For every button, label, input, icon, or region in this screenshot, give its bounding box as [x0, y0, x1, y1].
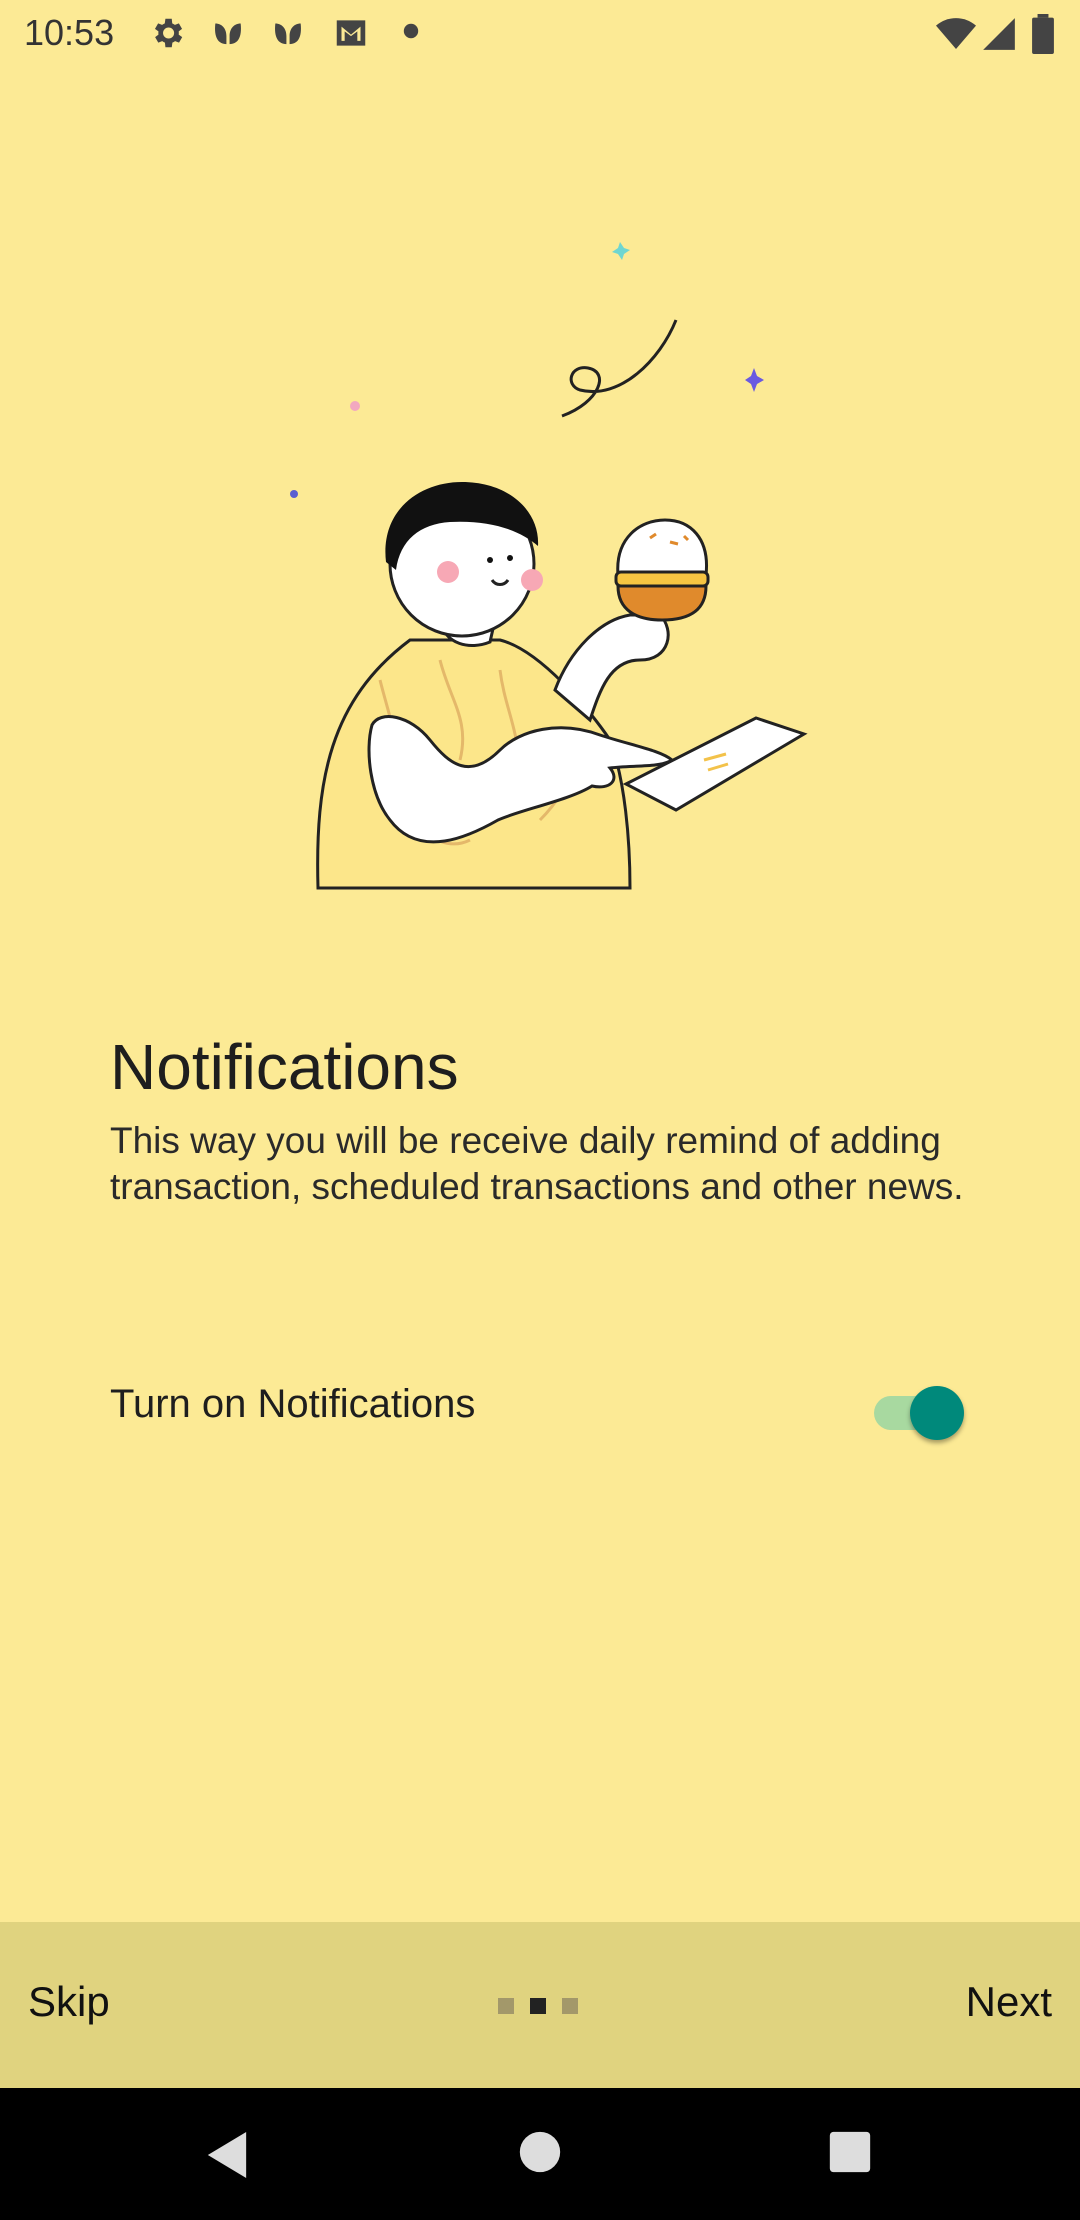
switch-thumb	[910, 1386, 964, 1440]
notifications-toggle-label: Turn on Notifications	[110, 1382, 476, 1426]
notifications-switch[interactable]	[870, 1380, 964, 1440]
dot-icon	[403, 23, 419, 39]
page-dot-3	[562, 1998, 578, 2014]
recents-icon[interactable]	[828, 2130, 872, 2174]
page-title: Notifications	[110, 1031, 459, 1103]
page-dot-2	[530, 1998, 546, 2014]
battery-icon	[1032, 14, 1054, 54]
back-icon[interactable]	[204, 2130, 250, 2180]
page-indicator	[498, 1998, 588, 2016]
leaf-icon	[275, 23, 301, 45]
skip-button[interactable]: Skip	[28, 1978, 110, 2026]
wifi-icon	[936, 18, 976, 49]
system-nav-bar	[0, 2088, 1080, 2220]
person-with-burger-illustration	[290, 242, 808, 890]
leaf-icon	[215, 23, 241, 45]
gmail-icon	[336, 20, 366, 46]
signal-icon	[983, 18, 1015, 50]
status-time: 10:53	[24, 12, 115, 53]
page-description: This way you will be receive daily remin…	[110, 1120, 964, 1207]
page-dot-1	[498, 1998, 514, 2014]
next-button[interactable]: Next	[966, 1978, 1052, 2026]
home-icon[interactable]	[518, 2130, 562, 2174]
onboarding-bottom-bar: Skip Next	[0, 1922, 1080, 2088]
gear-icon	[154, 18, 183, 48]
status-bar: 10:53	[0, 0, 1080, 66]
notifications-toggle-row[interactable]: Turn on Notifications	[110, 1370, 970, 1440]
